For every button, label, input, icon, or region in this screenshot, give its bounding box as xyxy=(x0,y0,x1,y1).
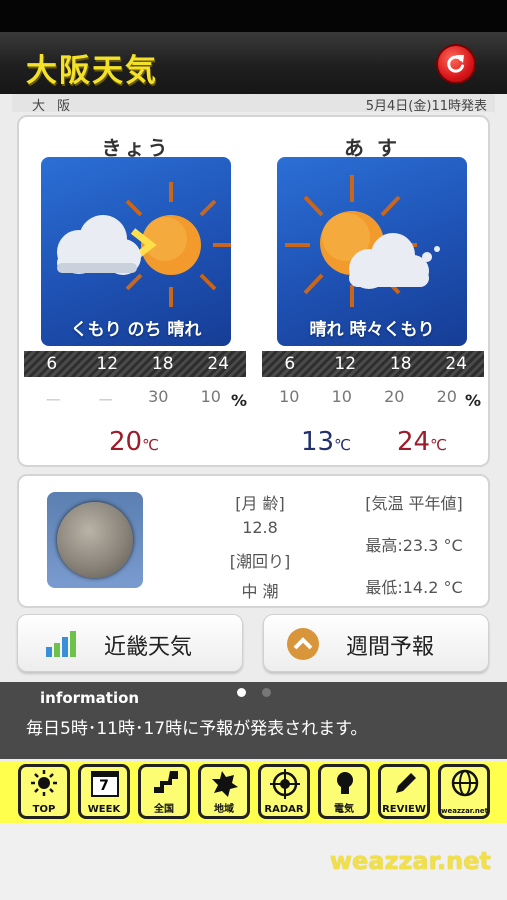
weather-icon-today: くもり のち 晴れ xyxy=(41,157,231,346)
brand-logo: weazzar.net xyxy=(329,847,491,875)
hour-label: 18 xyxy=(151,354,174,374)
status-bar xyxy=(0,0,507,32)
moon-image xyxy=(47,492,143,588)
nav-top[interactable]: TOP xyxy=(18,764,70,819)
hour-bar-tomorrow: 6 12 18 24 xyxy=(262,351,484,377)
nav-label: TOP xyxy=(32,804,56,815)
rain-value: 20 xyxy=(384,387,405,406)
regional-weather-button[interactable]: 近畿天気 xyxy=(17,614,243,672)
temp-max-today: 20℃ xyxy=(109,427,159,457)
info-message: 毎日5時･11時･17時に予報が発表されます。 xyxy=(26,719,368,739)
forecast-panel: きょう くもり のち 晴れ 6 12 18 24 ー ー 30 10 % 20℃… xyxy=(17,115,490,467)
rain-unit-tomorrow: % xyxy=(465,391,482,410)
moon-age-label: [月 齢] xyxy=(235,494,285,513)
rain-value: 10 xyxy=(331,387,352,406)
moon-age: 12.8 xyxy=(242,518,278,537)
refresh-icon xyxy=(447,55,464,73)
weekly-forecast-label: 週間予報 xyxy=(346,635,435,660)
nav-region[interactable]: 地域 xyxy=(198,764,250,819)
issued-time: 5月4日(金)11時発表 xyxy=(365,99,487,114)
regional-weather-label: 近畿天気 xyxy=(104,635,193,660)
normal-high: 最高:23.3 °C xyxy=(365,536,463,555)
globe-icon xyxy=(451,769,479,797)
rain-value: 10 xyxy=(200,387,221,406)
calendar-badge: 7 xyxy=(99,778,109,794)
sub-header: 大 阪 5月4日(金)11時発表 xyxy=(12,94,495,114)
bottom-nav: TOP 7 WEEK 全国 地域 RADAR 電気 REVIEW weazzar… xyxy=(0,761,507,823)
nav-label: 電気 xyxy=(334,804,354,815)
rain-value: ー xyxy=(97,391,114,410)
hour-label: 18 xyxy=(389,354,412,374)
nav-national[interactable]: 全国 xyxy=(138,764,190,819)
hour-label: 6 xyxy=(284,354,296,374)
rain-value: ー xyxy=(45,391,62,410)
pencil-icon xyxy=(396,773,416,793)
info-banner: information 毎日5時･11時･17時に予報が発表されます。 xyxy=(0,682,507,759)
nav-week[interactable]: 7 WEEK xyxy=(78,764,130,819)
normal-low: 最低:14.2 °C xyxy=(365,578,463,597)
weekly-forecast-button[interactable]: 週間予報 xyxy=(263,614,489,672)
refresh-button[interactable] xyxy=(436,44,476,84)
hour-bar-today: 6 12 18 24 xyxy=(24,351,246,377)
tide-label: [潮回り] xyxy=(229,552,291,571)
nav-label: 地域 xyxy=(214,804,234,815)
normal-temp-label: [気温 平年値] xyxy=(365,494,463,513)
lightbulb-icon xyxy=(337,772,353,794)
app-title: 大阪天気 xyxy=(26,53,158,89)
nav-electricity[interactable]: 電気 xyxy=(318,764,370,819)
nav-review[interactable]: REVIEW xyxy=(378,764,430,819)
japan-map-icon xyxy=(154,771,178,793)
temp-min-tomorrow: 13℃ xyxy=(301,427,351,457)
rain-chance-tomorrow: 10 10 20 20 xyxy=(263,387,473,406)
rain-value: 10 xyxy=(279,387,300,406)
app-header: 大阪天気 xyxy=(0,32,507,94)
weather-icon-tomorrow: 晴れ 時々くもり xyxy=(277,157,467,346)
temp-max-tomorrow: 24℃ xyxy=(397,427,447,457)
weather-desc-tomorrow: 晴れ 時々くもり xyxy=(309,320,435,340)
hour-label: 12 xyxy=(334,354,357,374)
page-dot-active[interactable] xyxy=(237,688,246,697)
hour-label: 24 xyxy=(207,354,230,374)
region-map-icon xyxy=(212,771,238,797)
nav-website[interactable]: weazzar.net xyxy=(438,764,490,819)
hour-label: 12 xyxy=(96,354,119,374)
nav-label: WEEK xyxy=(87,804,121,815)
nav-label: weazzar.net xyxy=(441,807,489,815)
nav-label: 全国 xyxy=(154,804,174,815)
nav-label: REVIEW xyxy=(382,804,426,815)
weather-desc-today: くもり のち 晴れ xyxy=(70,320,202,340)
rain-chance-today: ー ー 30 10 xyxy=(27,387,237,411)
page-dot[interactable] xyxy=(262,688,271,697)
info-title: information xyxy=(40,689,140,707)
nav-label: RADAR xyxy=(264,804,304,815)
rain-value: 30 xyxy=(148,387,169,406)
tide-value: 中 潮 xyxy=(241,582,279,601)
chevron-up-icon xyxy=(287,628,319,660)
sun-icon xyxy=(31,770,57,796)
radar-icon xyxy=(270,769,300,799)
nav-radar[interactable]: RADAR xyxy=(258,764,310,819)
footer: weazzar.net xyxy=(0,823,507,900)
rain-unit-today: % xyxy=(231,391,248,410)
moon-panel: [月 齢] 12.8 [潮回り] 中 潮 [気温 平年値] 最高:23.3 °C… xyxy=(17,474,490,608)
hour-label: 24 xyxy=(445,354,468,374)
hour-label: 6 xyxy=(46,354,58,374)
bar-chart-icon xyxy=(46,631,76,657)
city-name: 大 阪 xyxy=(32,99,75,114)
